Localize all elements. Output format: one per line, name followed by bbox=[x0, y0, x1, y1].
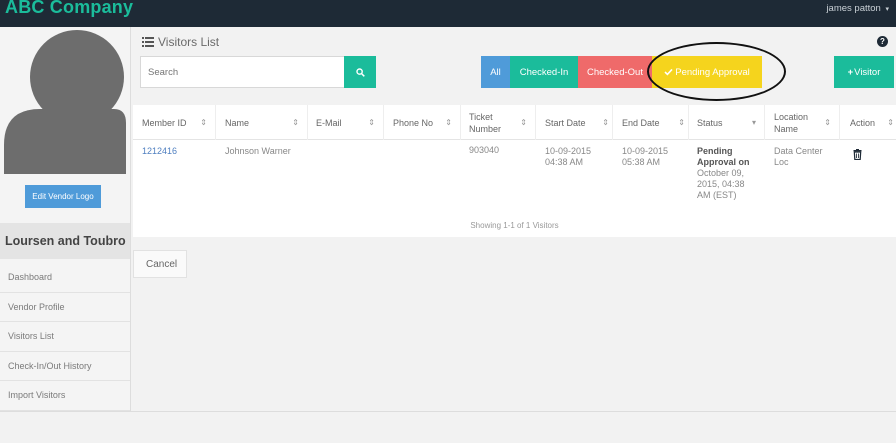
sort-icon: ⇕ bbox=[887, 118, 894, 127]
status-detail: October 09, 2015, 04:38 AM (EST) bbox=[697, 168, 745, 200]
user-name: james patton bbox=[826, 3, 881, 14]
chevron-down-icon: ▾ bbox=[885, 6, 889, 13]
filter-all-button[interactable]: All bbox=[481, 56, 510, 88]
cell-end-date: 10-09-2015 05:38 AM bbox=[622, 146, 669, 167]
column-header-status[interactable]: Status ▾ bbox=[689, 105, 765, 140]
add-visitor-button[interactable]: + Visitor bbox=[834, 56, 894, 88]
sidebar: Edit Vendor Logo Loursen and Toubro Dash… bbox=[0, 27, 131, 411]
visitors-table: Member ID ⇕ Name ⇕ E-Mail ⇕ Phone No ⇕ Ticke… bbox=[133, 105, 896, 237]
pagination-summary: Showing 1-1 of 1 Visitors bbox=[470, 221, 559, 230]
top-navbar: ABC Company james patton ▾ bbox=[0, 0, 896, 27]
sidebar-item-vendor-profile[interactable]: Vendor Profile bbox=[0, 293, 130, 322]
footer bbox=[0, 411, 896, 443]
column-header-location[interactable]: Location Name ⇕ bbox=[765, 105, 840, 140]
filter-checked-in-button[interactable]: Checked-In bbox=[510, 56, 578, 88]
sort-icon: ⇕ bbox=[292, 118, 299, 127]
column-header-ticket-number[interactable]: Ticket Number ⇕ bbox=[461, 105, 536, 140]
sidebar-item-visitors-list[interactable]: Visitors List bbox=[0, 322, 130, 352]
highlight-circle-annotation bbox=[647, 42, 786, 101]
company-name: Loursen and Toubro bbox=[0, 223, 130, 259]
vendor-logo-placeholder-icon bbox=[4, 30, 126, 174]
sort-icon: ⇕ bbox=[602, 118, 609, 127]
table-header: Member ID ⇕ Name ⇕ E-Mail ⇕ Phone No ⇕ Ticke… bbox=[133, 105, 896, 140]
sort-icon: ⇕ bbox=[368, 118, 375, 127]
add-visitor-label: Visitor bbox=[854, 66, 881, 78]
cell-start-date: 10-09-2015 04:38 AM bbox=[545, 146, 592, 167]
plus-icon: + bbox=[847, 66, 854, 78]
help-icon[interactable]: ? bbox=[877, 36, 888, 47]
cell-ticket: 903040 bbox=[469, 145, 500, 155]
edit-vendor-logo-button[interactable]: Edit Vendor Logo bbox=[25, 185, 101, 208]
cell-name: Johnson Warner bbox=[225, 146, 291, 156]
status-label: Pending Approval on bbox=[697, 146, 750, 167]
page-title-text: Visitors List bbox=[158, 35, 220, 49]
trash-icon[interactable] bbox=[853, 149, 862, 160]
sidebar-item-import-visitors[interactable]: Import Visitors bbox=[0, 381, 130, 411]
cell-status: Pending Approval on October 09, 2015, 04… bbox=[697, 146, 759, 201]
column-header-member-id[interactable]: Member ID ⇕ bbox=[133, 105, 216, 140]
sidebar-item-dashboard[interactable]: Dashboard bbox=[0, 263, 130, 293]
sort-icon: ⇕ bbox=[824, 118, 831, 127]
sort-desc-icon: ▾ bbox=[751, 118, 756, 127]
column-header-start-date[interactable]: Start Date ⇕ bbox=[536, 105, 613, 140]
main-content: Visitors List ? All Checked-In Checked-O… bbox=[133, 27, 896, 411]
sort-icon: ⇕ bbox=[200, 118, 207, 127]
sort-icon: ⇕ bbox=[445, 118, 452, 127]
sort-icon: ⇕ bbox=[678, 118, 685, 127]
cell-member-id[interactable]: 1212416 bbox=[142, 146, 177, 157]
column-header-name[interactable]: Name ⇕ bbox=[216, 105, 308, 140]
column-header-action[interactable]: Action ⇕ bbox=[840, 105, 896, 140]
search-input[interactable] bbox=[140, 56, 345, 88]
sort-icon: ⇕ bbox=[520, 118, 527, 127]
user-menu[interactable]: james patton ▾ bbox=[826, 3, 889, 14]
sidebar-item-checkin-history[interactable]: Check-In/Out History bbox=[0, 352, 130, 381]
column-header-end-date[interactable]: End Date ⇕ bbox=[613, 105, 689, 140]
search-icon bbox=[355, 67, 365, 77]
search-button[interactable] bbox=[344, 56, 376, 88]
column-header-email[interactable]: E-Mail ⇕ bbox=[308, 105, 384, 140]
cell-location: Data Center Loc bbox=[774, 146, 823, 167]
filter-checked-out-button[interactable]: Checked-Out bbox=[578, 56, 652, 88]
list-icon bbox=[142, 37, 154, 47]
cancel-button[interactable]: Cancel bbox=[133, 250, 187, 278]
brand-logo[interactable]: ABC Company bbox=[5, 0, 133, 18]
sidebar-nav: Dashboard Vendor Profile Visitors List C… bbox=[0, 263, 130, 411]
page-title: Visitors List bbox=[142, 35, 219, 49]
column-header-phone[interactable]: Phone No ⇕ bbox=[384, 105, 461, 140]
